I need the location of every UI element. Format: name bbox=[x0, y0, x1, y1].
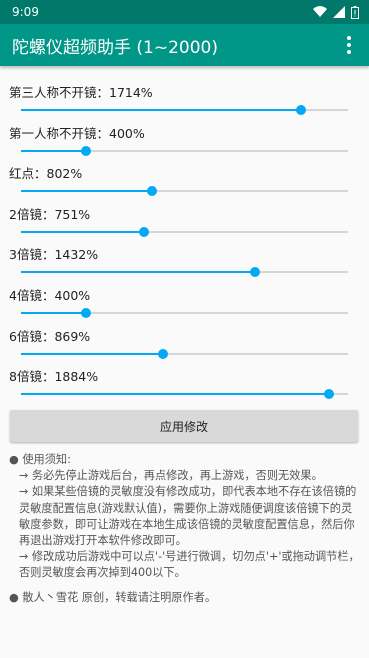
slider-thumb[interactable] bbox=[81, 307, 92, 318]
slider-row: 2倍镜：751% bbox=[0, 202, 369, 243]
slider-thumb[interactable] bbox=[158, 348, 169, 359]
slider-row: 4倍镜：400% bbox=[0, 283, 369, 324]
slider-thumb[interactable] bbox=[81, 145, 92, 156]
slider-label: 2倍镜：751% bbox=[9, 206, 91, 222]
sensitivity-slider[interactable] bbox=[21, 267, 348, 278]
slider-row: 第三人称不开镜：1714% bbox=[0, 80, 369, 121]
slider-fill bbox=[21, 393, 330, 396]
sensitivity-slider[interactable] bbox=[21, 186, 348, 197]
notes-item-1: → 务必先停止游戏后台，再点修改，再上游戏，否则无效果。 bbox=[19, 469, 323, 483]
slider-thumb[interactable] bbox=[147, 186, 158, 197]
slider-label: 红点：802% bbox=[9, 166, 83, 182]
slider-thumb[interactable] bbox=[138, 226, 149, 237]
slider-label: 3倍镜：1432% bbox=[9, 247, 99, 263]
sensitivity-slider[interactable] bbox=[21, 145, 348, 156]
app-title: 陀螺仪超频助手 (1~2000) bbox=[12, 37, 218, 58]
slider-label: 第三人称不开镜：1714% bbox=[9, 85, 153, 100]
wifi-icon bbox=[313, 6, 327, 18]
notes-item-2: → 如果某些倍镜的灵敏度没有修改成功，即代表本地不存在该倍镜的灵敏度配置信息(游… bbox=[19, 485, 357, 548]
sensitivity-slider[interactable] bbox=[21, 105, 348, 115]
credit-text: ● 散人丶雪花 原创，转载请注明原作者。 bbox=[9, 591, 217, 604]
slider-fill bbox=[21, 109, 302, 111]
status-time: 9:09 bbox=[12, 5, 39, 19]
slider-fill bbox=[21, 149, 87, 152]
slider-row: 第一人称不开镜：400% bbox=[0, 121, 369, 162]
sensitivity-slider[interactable] bbox=[21, 389, 348, 400]
slider-thumb[interactable] bbox=[324, 389, 335, 400]
slider-fill bbox=[21, 190, 153, 193]
battery-icon bbox=[351, 5, 359, 19]
slider-row: 8倍镜：1884% bbox=[0, 364, 369, 405]
slider-row: 3倍镜：1432% bbox=[0, 242, 369, 283]
slider-fill bbox=[21, 271, 256, 274]
sensitivity-slider[interactable] bbox=[21, 307, 348, 318]
slider-label: 6倍镜：869% bbox=[9, 328, 91, 344]
status-icons bbox=[313, 5, 359, 19]
slider-fill bbox=[21, 311, 87, 314]
slider-label: 4倍镜：400% bbox=[9, 287, 91, 303]
apply-button[interactable]: 应用修改 bbox=[10, 410, 358, 442]
sensitivity-slider[interactable] bbox=[21, 348, 348, 359]
sensitivity-slider[interactable] bbox=[21, 226, 348, 237]
notes-heading: ● 使用须知: bbox=[9, 453, 71, 466]
slider-label: 8倍镜：1884% bbox=[9, 369, 99, 385]
slider-thumb[interactable] bbox=[296, 105, 307, 115]
overflow-menu-icon[interactable] bbox=[339, 30, 359, 60]
slider-fill bbox=[21, 352, 164, 355]
slider-label: 第一人称不开镜：400% bbox=[9, 125, 145, 141]
slider-row: 红点：802% bbox=[0, 161, 369, 202]
cell-signal-icon bbox=[333, 6, 345, 18]
slider-list: 第三人称不开镜：1714% 第一人称不开镜：400% 红点：802% 2倍镜：751%… bbox=[0, 66, 369, 405]
slider-thumb[interactable] bbox=[250, 267, 261, 278]
slider-fill bbox=[21, 230, 144, 233]
usage-notes: ● 使用须知: → 务必先停止游戏后台，再点修改，再上游戏，否则无效果。 → 如… bbox=[9, 452, 361, 582]
slider-row: 6倍镜：869% bbox=[0, 324, 369, 365]
app-bar: 陀螺仪超频助手 (1~2000) bbox=[0, 24, 369, 66]
status-bar: 9:09 bbox=[0, 0, 369, 24]
notes-item-3: → 修改成功后游戏中可以点'-'号进行微调，切勿点'+'或拖动调节栏，否则灵敏度… bbox=[19, 550, 360, 580]
